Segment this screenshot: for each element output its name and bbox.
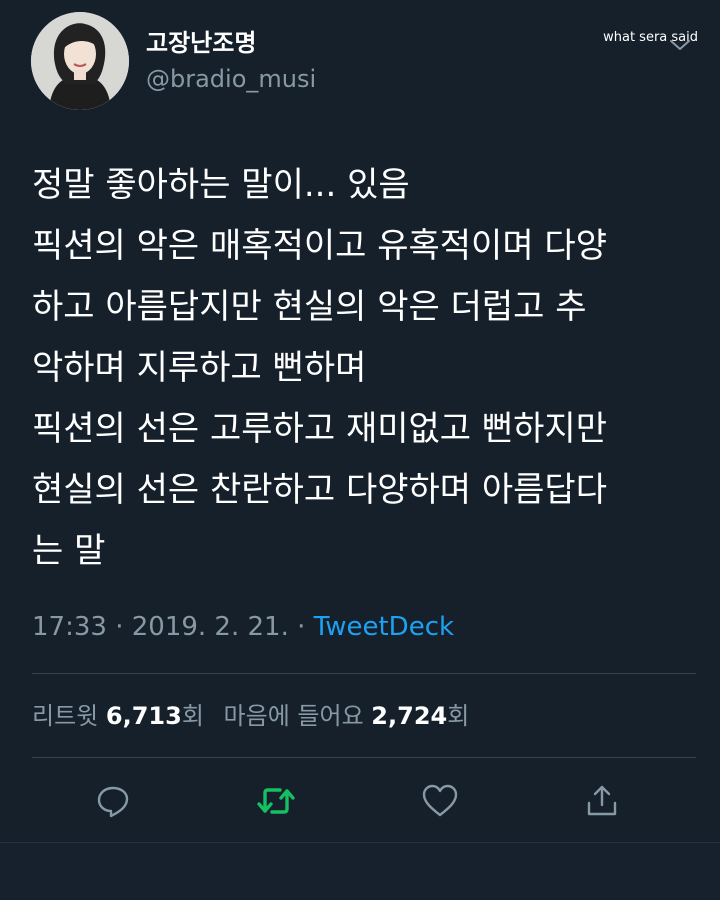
divider xyxy=(32,757,696,758)
retweet-button[interactable] xyxy=(256,781,296,821)
tweet-date[interactable]: 2019. 2. 21. xyxy=(132,612,289,642)
meta-separator: · xyxy=(115,612,124,642)
reply-button[interactable] xyxy=(93,781,133,821)
meta-separator: · xyxy=(297,612,306,642)
tweet-source-link[interactable]: TweetDeck xyxy=(314,612,454,642)
divider xyxy=(32,673,696,674)
avatar-photo xyxy=(31,12,129,110)
avatar[interactable] xyxy=(31,12,129,110)
likes-label: 마음에 들어요 xyxy=(223,702,364,730)
like-button[interactable] xyxy=(420,781,460,821)
tweet-line: 현실의 선은 찬란하고 다양하며 아름답다 xyxy=(32,470,607,510)
tweet-line: 는 말 xyxy=(32,531,106,571)
tweet-line: 정말 좋아하는 말이... 있음 xyxy=(32,165,410,205)
retweets-unit: 회 xyxy=(181,702,204,730)
tweet-line: 하고 아름답지만 현실의 악은 더럽고 추 xyxy=(32,287,587,327)
engagement-stats: 리트윗 6,713회 마음에 들어요 2,724회 xyxy=(32,699,469,733)
author-display-name[interactable]: 고장난조명 xyxy=(146,28,256,58)
retweet-icon xyxy=(257,788,295,814)
reply-icon xyxy=(97,786,129,818)
likes-unit: 회 xyxy=(447,702,470,730)
retweets-stat[interactable]: 리트윗 6,713회 xyxy=(32,702,204,730)
heart-icon xyxy=(422,784,458,817)
bottom-bar xyxy=(0,842,720,900)
author-handle[interactable]: @bradio_musi xyxy=(146,64,316,94)
tweet-metadata: 17:33 · 2019. 2. 21. · TweetDeck xyxy=(32,610,454,644)
share-icon xyxy=(587,785,617,816)
retweets-label: 리트윗 xyxy=(32,702,99,730)
tweet-text: 정말 좋아하는 말이... 있음 픽션의 악은 매혹적이고 유혹적이며 다양 하… xyxy=(32,155,702,582)
tweet-line: 픽션의 악은 매혹적이고 유혹적이며 다양 xyxy=(32,226,607,266)
chevron-down-icon[interactable] xyxy=(668,36,692,54)
tweet-line: 픽션의 선은 고루하고 재미없고 뻔하지만 xyxy=(32,409,607,449)
tweet-line: 악하며 지루하고 뻔하며 xyxy=(32,348,367,388)
tweet-time[interactable]: 17:33 xyxy=(32,612,107,642)
likes-stat[interactable]: 마음에 들어요 2,724회 xyxy=(224,702,470,730)
likes-count: 2,724 xyxy=(371,702,448,730)
share-button[interactable] xyxy=(582,781,622,821)
retweets-count: 6,713 xyxy=(105,702,182,730)
